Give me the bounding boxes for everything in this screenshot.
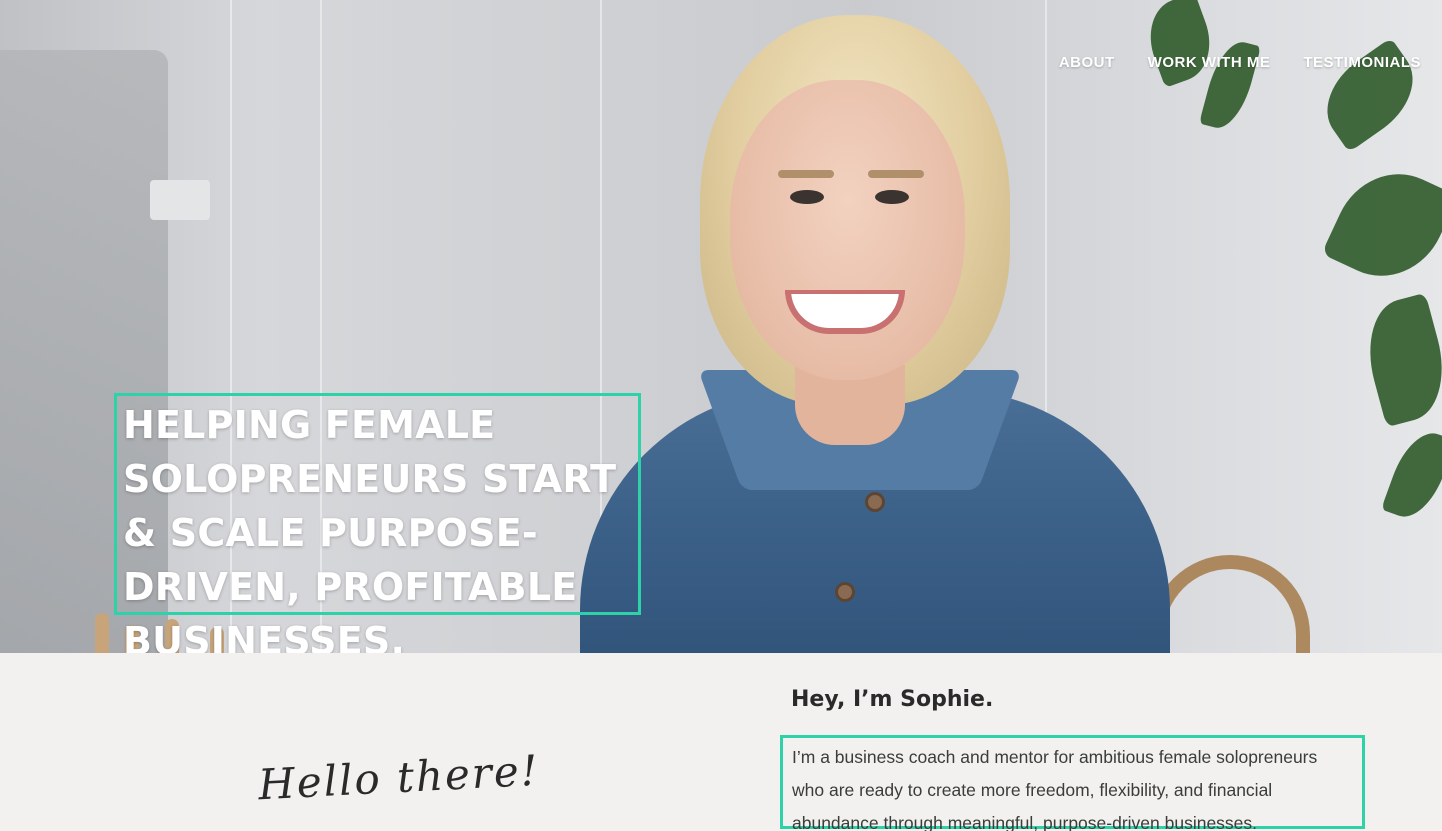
portrait-brow bbox=[868, 170, 924, 178]
hero-portrait bbox=[560, 10, 1200, 653]
intro-body: I’m a business coach and mentor for ambi… bbox=[792, 747, 1318, 831]
intro-section: Hello there! Hey, I’m Sophie. I’m a busi… bbox=[0, 653, 1442, 831]
portrait-eye bbox=[790, 190, 824, 204]
hero-section: ABOUT WORK WITH ME TESTIMONIALS HELPING … bbox=[0, 0, 1442, 653]
nav-about-link[interactable]: ABOUT bbox=[1059, 54, 1115, 71]
portrait-face bbox=[730, 80, 965, 380]
intro-highlight-box: I’m a business coach and mentor for ambi… bbox=[780, 735, 1365, 831]
hero-headline: HELPING FEMALE SOLOPRENEURS START & SCAL… bbox=[123, 403, 617, 653]
portrait-brow bbox=[778, 170, 834, 178]
jacket-button bbox=[865, 492, 885, 512]
portrait-eye bbox=[875, 190, 909, 204]
plant-leaf bbox=[1355, 292, 1442, 428]
main-nav: ABOUT WORK WITH ME TESTIMONIALS bbox=[1059, 54, 1421, 71]
portrait-smile bbox=[785, 290, 905, 334]
headline-highlight-box: HELPING FEMALE SOLOPRENEURS START & SCAL… bbox=[114, 393, 641, 653]
jacket-button bbox=[835, 582, 855, 602]
intro-title: Hey, I’m Sophie. bbox=[791, 687, 994, 712]
background-rail bbox=[150, 180, 210, 220]
plant-leaf bbox=[1381, 424, 1442, 526]
nav-testimonials-link[interactable]: TESTIMONIALS bbox=[1303, 54, 1421, 71]
nav-work-with-me-link[interactable]: WORK WITH ME bbox=[1148, 54, 1271, 71]
plant-leaf bbox=[1321, 154, 1442, 296]
script-greeting: Hello there! bbox=[256, 745, 541, 810]
dried-flower bbox=[95, 613, 109, 653]
